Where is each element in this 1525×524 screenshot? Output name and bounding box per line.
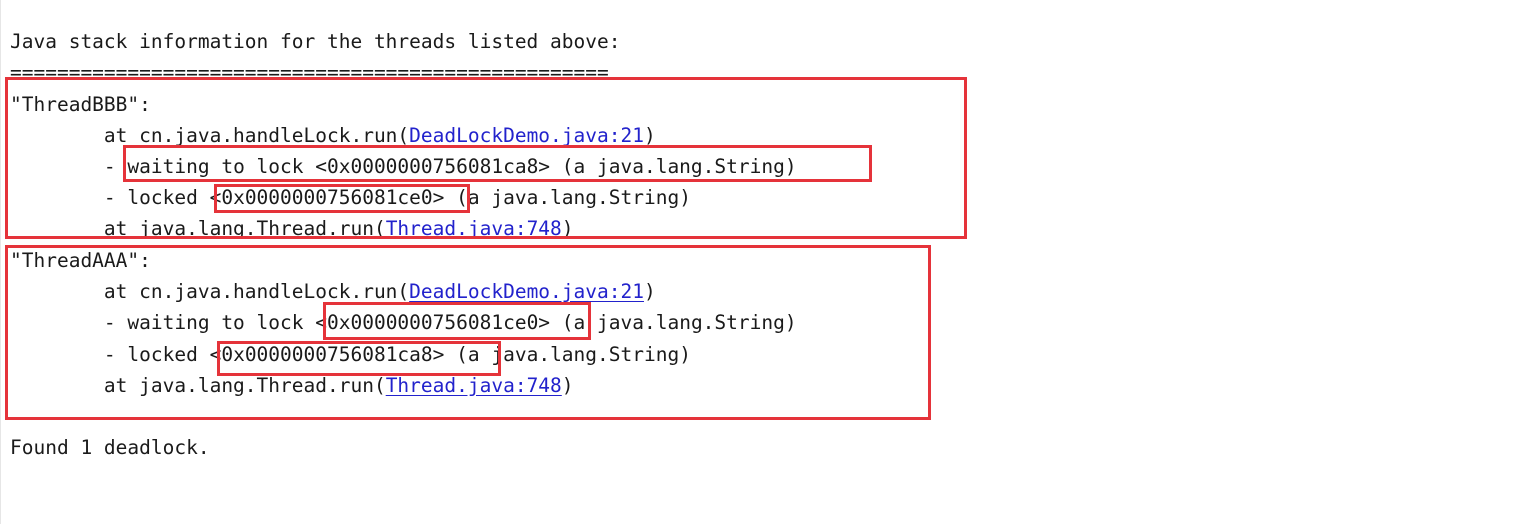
- frame-text: at java.lang.Thread.run(: [10, 374, 386, 397]
- waiting-lock-text: waiting to lock <0x0000000756081ca8> (a …: [127, 155, 797, 178]
- frame-text: ): [643, 280, 656, 303]
- thread-aaa-locked: - locked <0x0000000756081ca8> (a java.la…: [10, 339, 691, 370]
- frame-text: (a java.lang.String): [444, 343, 691, 366]
- stack-header: Java stack information for the threads l…: [10, 30, 621, 53]
- source-link-thread[interactable]: Thread.java:748: [386, 217, 562, 240]
- locked-address: <0x0000000756081ca8>: [209, 343, 445, 366]
- frame-text: - locked: [10, 186, 210, 209]
- thread-aaa-frame-thread-run: at java.lang.Thread.run(Thread.java:748): [10, 370, 574, 401]
- frame-text: (a java.lang.String): [550, 311, 797, 334]
- frame-text: at java.lang.Thread.run(: [10, 217, 386, 240]
- thread-bbb-locked: - locked <0x0000000756081ce0> (a java.la…: [10, 182, 691, 213]
- thread-bbb-waiting: - waiting to lock <0x0000000756081ca8> (…: [10, 151, 797, 182]
- frame-text: ): [561, 217, 574, 240]
- thread-aaa-frame-handlelock: at cn.java.handleLock.run(DeadLockDemo.j…: [10, 276, 656, 307]
- frame-text: at cn.java.handleLock.run(: [10, 124, 410, 147]
- frame-text: ): [643, 124, 656, 147]
- source-link-deadlockdemo[interactable]: DeadLockDemo.java:21: [409, 124, 644, 147]
- source-link-deadlockdemo[interactable]: DeadLockDemo.java:21: [409, 280, 644, 303]
- frame-text: - waiting to lock: [10, 311, 316, 334]
- deadlock-summary: Found 1 deadlock.: [10, 436, 210, 459]
- thread-bbb-name: "ThreadBBB":: [10, 93, 151, 116]
- console-output[interactable]: Java stack information for the threads l…: [0, 0, 1525, 524]
- source-link-thread[interactable]: Thread.java:748: [386, 374, 562, 397]
- thread-aaa-name: "ThreadAAA":: [10, 249, 151, 272]
- thread-aaa-waiting: - waiting to lock <0x0000000756081ce0> (…: [10, 307, 797, 338]
- thread-bbb-frame-handlelock: at cn.java.handleLock.run(DeadLockDemo.j…: [10, 120, 656, 151]
- thread-bbb-frame-thread-run: at java.lang.Thread.run(Thread.java:748): [10, 213, 574, 244]
- frame-text: - locked: [10, 343, 210, 366]
- waiting-address: <0x0000000756081ce0>: [315, 311, 551, 334]
- frame-text: -: [10, 155, 128, 178]
- separator-line: ========================================…: [10, 61, 609, 84]
- locked-address: <0x0000000756081ce0>: [209, 186, 445, 209]
- frame-text: ): [561, 374, 574, 397]
- frame-text: (a java.lang.String): [444, 186, 691, 209]
- frame-text: at cn.java.handleLock.run(: [10, 280, 410, 303]
